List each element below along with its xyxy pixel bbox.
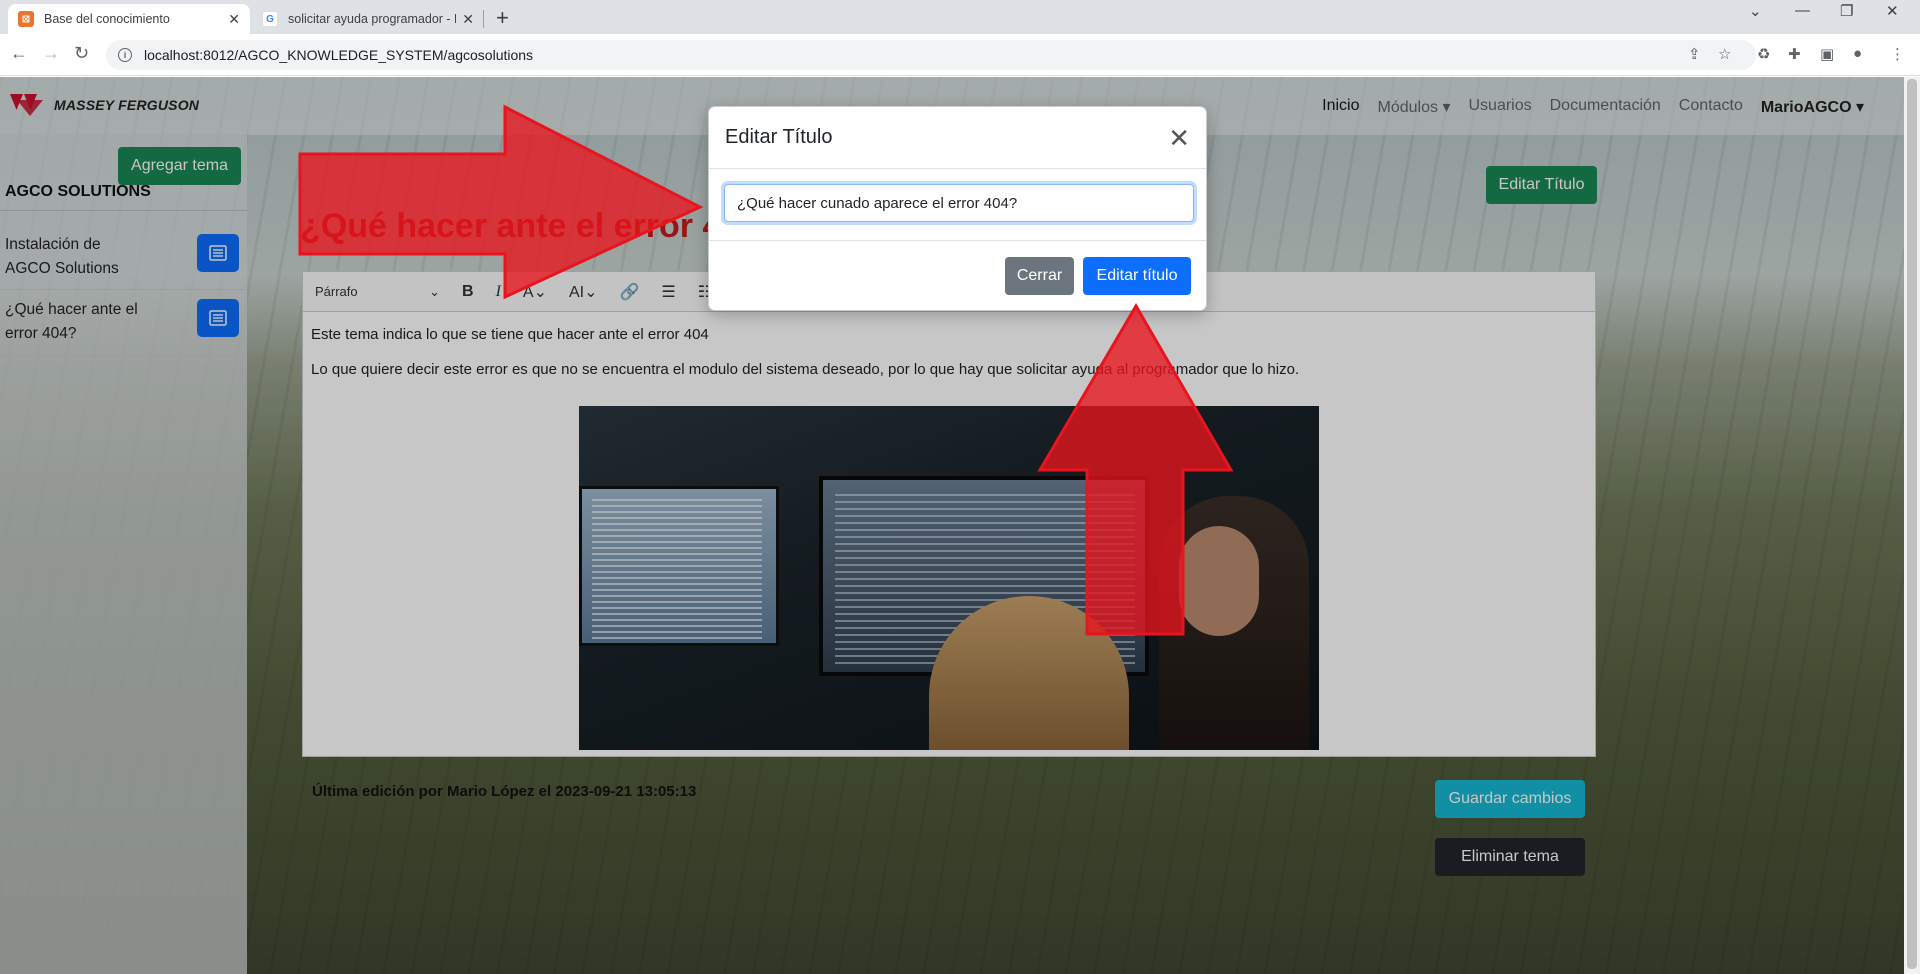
submit-edit-title-button[interactable]: Editar título	[1083, 257, 1191, 295]
close-tab-icon[interactable]: ✕	[228, 11, 240, 28]
extensions-puzzle-icon[interactable]: ✚	[1788, 45, 1801, 63]
tab-search-icon[interactable]: ⌄	[1749, 2, 1762, 20]
close-tab-icon[interactable]: ✕	[462, 11, 474, 28]
browser-tab-bar: ⊠ Base del conocimiento ✕ G solicitar ay…	[0, 0, 1920, 34]
side-panel-icon[interactable]: ▣	[1820, 45, 1834, 63]
bookmark-star-icon[interactable]: ☆	[1718, 45, 1731, 63]
site-info-icon[interactable]: i	[118, 48, 132, 62]
tab-title: solicitar ayuda programador - Bú	[288, 12, 457, 26]
address-bar: ← → ↻ i localhost:8012/AGCO_KNOWLEDGE_SY…	[0, 34, 1920, 76]
browser-tab-inactive[interactable]: G solicitar ayuda programador - Bú ✕	[252, 4, 484, 34]
browser-tab-active[interactable]: ⊠ Base del conocimiento ✕	[8, 4, 250, 34]
profile-avatar-icon[interactable]: ●	[1853, 45, 1862, 62]
page-scrollbar[interactable]	[1904, 77, 1920, 974]
url-text: localhost:8012/AGCO_KNOWLEDGE_SYSTEM/agc…	[144, 47, 534, 63]
cerrar-button[interactable]: Cerrar	[1005, 257, 1074, 295]
modal-title: Editar Título	[725, 126, 833, 148]
page-viewport: MASSEY FERGUSON Inicio Módulos ▾ Usuario…	[0, 77, 1920, 974]
tab-divider	[483, 10, 484, 28]
back-icon[interactable]: ←	[10, 43, 28, 64]
restore-icon[interactable]: ❐	[1840, 2, 1853, 20]
modal-footer: Cerrar Editar título	[709, 241, 1206, 311]
tab-title: Base del conocimiento	[44, 12, 170, 26]
close-window-icon[interactable]: ✕	[1886, 2, 1899, 20]
new-tab-button[interactable]: +	[496, 5, 509, 31]
title-input[interactable]	[724, 184, 1194, 222]
modal-body	[709, 169, 1206, 241]
reload-icon[interactable]: ↻	[74, 43, 89, 64]
scrollbar-thumb[interactable]	[1907, 79, 1917, 969]
url-field[interactable]: i localhost:8012/AGCO_KNOWLEDGE_SYSTEM/a…	[106, 40, 1756, 70]
edit-title-modal: Editar Título ✕ Cerrar Editar título	[708, 106, 1207, 311]
forward-icon[interactable]: →	[42, 43, 60, 64]
browser-menu-icon[interactable]: ⋮	[1890, 45, 1905, 63]
modal-header: Editar Título ✕	[709, 107, 1206, 169]
minimize-icon[interactable]: —	[1795, 2, 1810, 19]
xampp-favicon-icon: ⊠	[18, 11, 34, 27]
share-icon[interactable]: ⇪	[1688, 45, 1701, 63]
close-icon[interactable]: ✕	[1168, 125, 1190, 151]
recycle-extension-icon[interactable]: ♻	[1757, 45, 1770, 63]
google-favicon-icon: G	[262, 11, 278, 27]
